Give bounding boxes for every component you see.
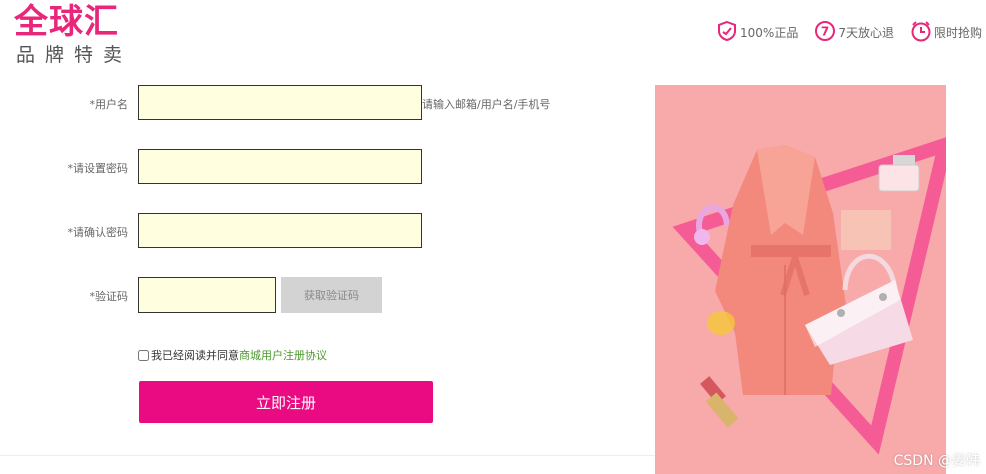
get-captcha-button[interactable]: 获取验证码 (281, 277, 382, 313)
fashion-promo-image (655, 85, 946, 474)
username-input[interactable] (138, 85, 422, 120)
username-label: *用户名 (89, 98, 129, 111)
badge-authentic-label: 100%正品 (740, 26, 799, 40)
footer-divider (0, 455, 655, 456)
agreement-row: 我已经阅读并同意 商城用户注册协议 (138, 347, 327, 363)
clock-icon (910, 20, 932, 45)
register-button[interactable]: 立即注册 (139, 381, 433, 423)
shield-check-icon (716, 20, 738, 45)
badge-return-label: 7天放心退 (838, 26, 894, 40)
confirm-password-input[interactable] (138, 213, 422, 248)
captcha-label: *验证码 (89, 290, 129, 303)
password-input[interactable] (138, 149, 422, 184)
service-badges: 100%正品 7 7天放心退 限时抢购 (716, 20, 982, 45)
agreement-link[interactable]: 商城用户注册协议 (239, 347, 327, 363)
brand-tagline: 品牌特卖 (16, 44, 133, 66)
badge-return: 7 7天放心退 (814, 20, 894, 45)
badge-authentic: 100%正品 (716, 20, 798, 45)
username-hint: 请输入邮箱/用户名/手机号 (422, 98, 551, 111)
csdn-watermark: CSDN @姜韩 (893, 453, 980, 469)
svg-text:7: 7 (821, 25, 829, 39)
badge-flash-sale-label: 限时抢购 (933, 26, 982, 40)
password-label: *请设置密码 (67, 162, 129, 175)
agreement-checkbox[interactable] (138, 349, 149, 361)
confirm-password-label: *请确认密码 (67, 226, 129, 239)
agreement-text: 我已经阅读并同意 (151, 349, 239, 362)
captcha-input[interactable] (138, 277, 276, 313)
badge-flash-sale: 限时抢购 (910, 20, 982, 45)
brand-name: 全球汇 (14, 2, 119, 42)
seven-day-return-icon: 7 (814, 20, 836, 45)
